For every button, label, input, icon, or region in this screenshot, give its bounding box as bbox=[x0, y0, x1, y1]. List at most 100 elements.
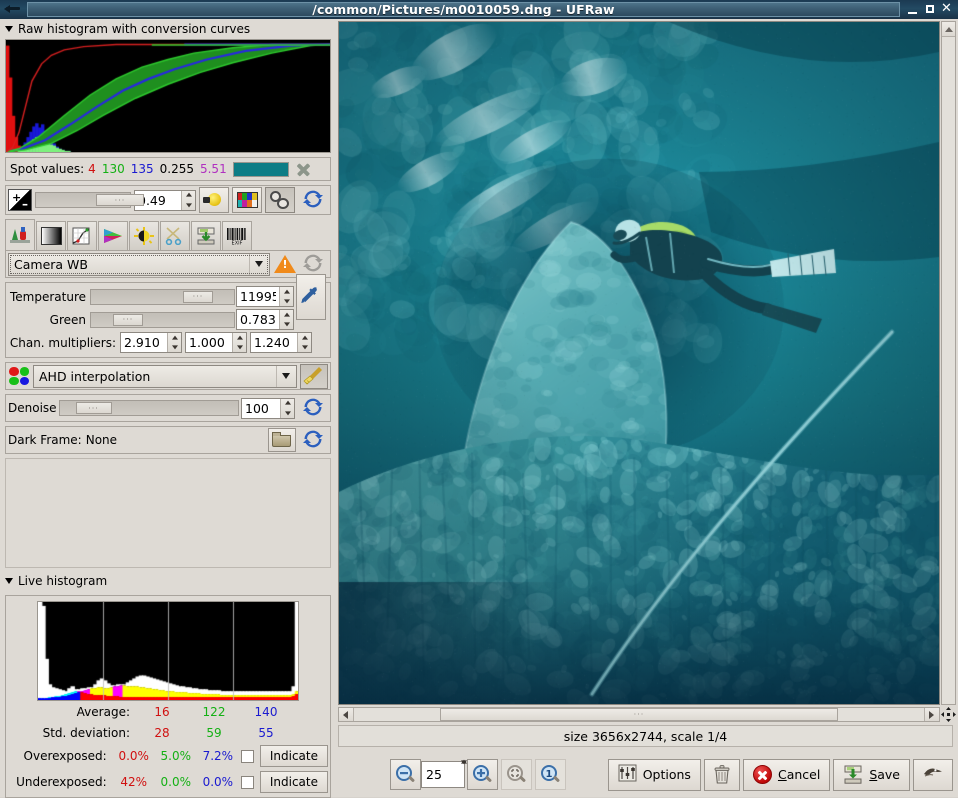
denoise-reset-button[interactable] bbox=[300, 396, 328, 420]
green-slider[interactable]: ··· bbox=[90, 312, 235, 328]
denoise-slider-knob[interactable]: ··· bbox=[76, 402, 112, 414]
preview-panel: ··· size 3656x2744, scale 1/4 bbox=[336, 19, 958, 797]
white-balance-combo[interactable]: Camera WB bbox=[8, 253, 270, 276]
temperature-label: Temperature bbox=[8, 290, 90, 304]
multiplier-red-value[interactable] bbox=[121, 333, 167, 352]
zoom-100-button[interactable]: 1 bbox=[535, 759, 566, 790]
image-vertical-scrollbar[interactable] bbox=[941, 21, 956, 705]
gears-icon bbox=[269, 190, 291, 210]
denoise-spinner[interactable] bbox=[241, 398, 295, 419]
denoise-value[interactable] bbox=[242, 399, 280, 418]
scroll-left-arrow-icon[interactable] bbox=[339, 708, 354, 721]
temperature-slider-knob[interactable]: ··· bbox=[183, 291, 213, 303]
trash-icon bbox=[713, 765, 731, 785]
zoom-spinner[interactable] bbox=[421, 761, 465, 788]
save-button[interactable]: Save bbox=[833, 759, 910, 791]
raw-histogram-expander[interactable]: Raw histogram with conversion curves bbox=[0, 19, 336, 39]
color-chart-button[interactable] bbox=[232, 187, 262, 213]
multiplier-blue-value[interactable] bbox=[251, 333, 297, 352]
green-slider-knob[interactable]: ··· bbox=[113, 314, 143, 326]
tab-color-management[interactable] bbox=[98, 221, 128, 250]
multiplier-green-value[interactable] bbox=[186, 333, 232, 352]
temperature-spinner[interactable] bbox=[236, 286, 294, 307]
exposure-reset-button[interactable] bbox=[300, 187, 328, 213]
underexposed-label: Underexposed: bbox=[8, 775, 113, 789]
zoom-value[interactable] bbox=[422, 762, 464, 787]
color-triangle-icon bbox=[102, 227, 124, 245]
denoise-slider[interactable]: ··· bbox=[59, 400, 239, 416]
title-bar: /common/Pictures/m0010059.dng - UFRaw ✕ bbox=[0, 0, 958, 19]
x-close-icon[interactable] bbox=[295, 161, 312, 178]
chevron-down-icon[interactable] bbox=[249, 254, 267, 275]
image-horizontal-scrollbar[interactable]: ··· bbox=[338, 707, 940, 722]
tab-base-curve[interactable] bbox=[36, 221, 66, 250]
green-stepper[interactable] bbox=[279, 310, 293, 329]
multiplier-green-spinner[interactable] bbox=[185, 332, 247, 353]
raw-photo-canvas[interactable] bbox=[339, 22, 939, 704]
raw-histogram-chart bbox=[6, 40, 330, 152]
scroll-up-arrow-icon[interactable] bbox=[942, 22, 955, 37]
green-value[interactable] bbox=[237, 310, 279, 329]
green-spinner[interactable] bbox=[236, 309, 294, 330]
exposure-icon[interactable]: + – bbox=[8, 189, 32, 211]
overexposed-green: 5.0% bbox=[155, 749, 197, 763]
maximize-button[interactable] bbox=[923, 3, 936, 16]
overexposed-indicate-button[interactable]: Indicate bbox=[260, 745, 328, 767]
horizontal-scroll-thumb[interactable]: ··· bbox=[440, 708, 838, 721]
temperature-value[interactable] bbox=[237, 287, 279, 306]
exposure-slider[interactable]: ··· bbox=[35, 192, 131, 208]
move-grip-icon[interactable] bbox=[941, 707, 956, 722]
tab-corrections[interactable] bbox=[129, 221, 159, 250]
options-button[interactable]: Options bbox=[608, 759, 701, 791]
close-button[interactable]: ✕ bbox=[940, 3, 953, 16]
zoom-out-button[interactable] bbox=[390, 759, 421, 790]
exposure-slider-knob[interactable]: ··· bbox=[96, 194, 144, 206]
dark-frame-browse-button[interactable] bbox=[268, 428, 296, 452]
underexposed-checkbox[interactable] bbox=[241, 776, 254, 789]
tab-curve-editor[interactable] bbox=[67, 221, 97, 250]
window-menu-icon[interactable] bbox=[3, 2, 25, 17]
tab-white-balance[interactable] bbox=[5, 219, 35, 250]
auto-exposure-button[interactable] bbox=[199, 187, 229, 213]
clean-interpolation-button[interactable] bbox=[300, 364, 328, 389]
reset-icon bbox=[303, 398, 325, 418]
zoom-fit-button[interactable] bbox=[501, 759, 532, 790]
tab-exif[interactable]: EXIF bbox=[222, 221, 252, 250]
temperature-slider[interactable]: ··· bbox=[90, 289, 235, 305]
restore-highlights-button[interactable] bbox=[265, 187, 295, 213]
denoise-stepper[interactable] bbox=[280, 399, 294, 418]
scroll-right-arrow-icon[interactable] bbox=[924, 708, 939, 721]
dark-frame-reset-button[interactable] bbox=[300, 428, 328, 452]
minimize-button[interactable] bbox=[906, 3, 919, 16]
interpolation-combo[interactable]: AHD interpolation bbox=[33, 365, 297, 388]
image-preview[interactable] bbox=[338, 21, 940, 705]
delete-button[interactable] bbox=[704, 759, 740, 791]
tab-crop-rotate[interactable] bbox=[160, 221, 190, 250]
chevron-down-icon bbox=[5, 578, 13, 584]
chevron-down-icon[interactable] bbox=[276, 366, 294, 387]
multiplier-red-stepper[interactable] bbox=[167, 333, 181, 352]
h-track-right[interactable] bbox=[838, 708, 924, 721]
cancel-button[interactable]: Cancel bbox=[743, 759, 830, 791]
multiplier-blue-spinner[interactable] bbox=[250, 332, 312, 353]
action-buttons: Options bbox=[608, 759, 953, 791]
spot-value-red: 4 bbox=[88, 162, 96, 176]
white-balance-pipette-button[interactable] bbox=[296, 274, 326, 320]
h-track-left[interactable] bbox=[354, 708, 440, 721]
underexposed-indicate-button[interactable]: Indicate bbox=[260, 771, 328, 793]
save-disk-icon bbox=[843, 765, 863, 785]
zoom-in-button[interactable] bbox=[467, 759, 498, 790]
send-to-gimp-button[interactable] bbox=[913, 759, 953, 791]
multiplier-red-spinner[interactable] bbox=[120, 332, 182, 353]
multiplier-blue-stepper[interactable] bbox=[297, 333, 311, 352]
temperature-stepper[interactable] bbox=[279, 287, 293, 306]
multiplier-green-stepper[interactable] bbox=[232, 333, 246, 352]
std-deviation-label: Std. deviation: bbox=[8, 726, 136, 740]
send-to-gimp-icon bbox=[922, 765, 944, 784]
overexposed-checkbox[interactable] bbox=[241, 750, 254, 763]
tab-save-options[interactable] bbox=[191, 221, 221, 250]
exposure-stepper[interactable] bbox=[181, 191, 195, 210]
white-balance-reset-button[interactable] bbox=[300, 252, 328, 276]
live-histogram-expander[interactable]: Live histogram bbox=[0, 571, 336, 591]
vertical-scroll-track[interactable] bbox=[942, 37, 955, 704]
